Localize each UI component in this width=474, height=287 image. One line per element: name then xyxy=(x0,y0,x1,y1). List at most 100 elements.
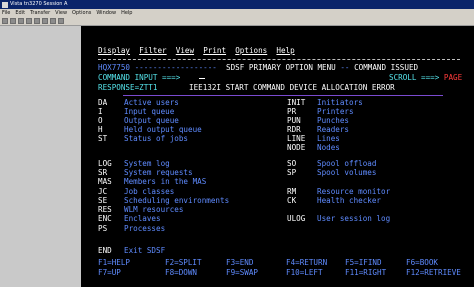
pf-key[interactable]: F6=BOOK xyxy=(406,258,438,267)
toolbar-button-icon[interactable] xyxy=(50,18,56,24)
option-description: User session log xyxy=(317,214,391,223)
scroll-value[interactable]: PAGE xyxy=(444,73,462,82)
option-code[interactable]: ULOG xyxy=(287,214,305,223)
option-description: Punches xyxy=(317,116,350,125)
option-description: Spool offload xyxy=(317,159,377,168)
toolbar-button-icon[interactable] xyxy=(26,18,32,24)
pf-key[interactable]: F12=RETRIEVE xyxy=(406,268,461,277)
option-code[interactable]: NODE xyxy=(287,143,305,152)
panel-title: SDSF PRIMARY OPTION MENU xyxy=(226,63,336,72)
option-code[interactable]: ENC xyxy=(98,214,112,223)
header-message: COMMAND ISSUED xyxy=(354,63,419,72)
option-code[interactable]: CK xyxy=(287,196,296,205)
option-code[interactable]: SE xyxy=(98,196,107,205)
action-print[interactable]: Print xyxy=(203,46,226,55)
option-description: Initiators xyxy=(317,98,363,107)
action-display[interactable]: Display xyxy=(98,46,130,55)
option-code[interactable]: PUN xyxy=(287,116,301,125)
option-description: Output queue xyxy=(124,116,179,125)
option-code[interactable]: ST xyxy=(98,134,107,143)
option-code[interactable]: MAS xyxy=(98,177,112,186)
option-description: Lines xyxy=(317,134,340,143)
panel-id: HQX7750 ------------------ xyxy=(98,63,217,72)
option-description: Enclaves xyxy=(124,214,161,223)
option-code[interactable]: SR xyxy=(98,168,107,177)
menu-transfer[interactable]: Transfer xyxy=(30,9,50,17)
command-underline xyxy=(123,95,443,96)
option-description: Readers xyxy=(317,125,350,134)
pf-key[interactable]: F2=SPLIT xyxy=(165,258,202,267)
option-description: Health checker xyxy=(317,196,382,205)
scroll-label: SCROLL ===> xyxy=(389,73,440,82)
pf-key[interactable]: F1=HELP xyxy=(98,258,130,267)
option-code[interactable]: RM xyxy=(287,187,296,196)
option-description: Status of jobs xyxy=(124,134,189,143)
option-description: System requests xyxy=(124,168,193,177)
option-description: Scheduling environments xyxy=(124,196,230,205)
option-code[interactable]: SO xyxy=(287,159,296,168)
pf-key[interactable]: F10=LEFT xyxy=(286,268,323,277)
menu-options[interactable]: Options xyxy=(72,9,91,17)
pf-key[interactable]: F8=DOWN xyxy=(165,268,197,277)
option-code[interactable]: DA xyxy=(98,98,107,107)
option-description: System log xyxy=(124,159,170,168)
toolbar-button-icon[interactable] xyxy=(34,18,40,24)
scroll-field: SCROLL ===> PAGE xyxy=(389,73,462,82)
menu-help[interactable]: Help xyxy=(121,9,132,17)
toolbar-button-icon[interactable] xyxy=(2,18,8,24)
window-title: Vista tn3270 Session A xyxy=(10,1,68,7)
menu-view[interactable]: View xyxy=(55,9,67,17)
pf-key[interactable]: F11=RIGHT xyxy=(345,268,386,277)
header-separator: -- xyxy=(340,63,350,72)
option-description: Printers xyxy=(317,107,354,116)
toolbar-button-icon[interactable] xyxy=(58,18,64,24)
option-code[interactable]: PS xyxy=(98,224,107,233)
action-filter[interactable]: Filter xyxy=(139,46,166,55)
panel-header: HQX7750 ------------------ SDSF PRIMARY … xyxy=(98,63,418,72)
app-icon xyxy=(2,1,8,8)
pf-key[interactable]: F7=UP xyxy=(98,268,121,277)
pf-key[interactable]: F9=SWAP xyxy=(226,268,258,277)
action-bar-divider xyxy=(98,59,460,60)
option-description: Job classes xyxy=(124,187,175,196)
action-view[interactable]: View xyxy=(176,46,194,55)
option-code[interactable]: JC xyxy=(98,187,107,196)
option-description: Processes xyxy=(124,224,166,233)
toolbar-button-icon[interactable] xyxy=(10,18,16,24)
option-code[interactable]: I xyxy=(98,107,103,116)
option-code[interactable]: SP xyxy=(287,168,296,177)
action-help[interactable]: Help xyxy=(276,46,294,55)
option-description: WLM resources xyxy=(124,205,184,214)
option-code[interactable]: END xyxy=(98,246,112,255)
action-options[interactable]: Options xyxy=(235,46,267,55)
pf-key[interactable]: F4=RETURN xyxy=(286,258,327,267)
command-input[interactable] xyxy=(199,73,205,82)
option-description: Members in the MAS xyxy=(124,177,207,186)
toolbar xyxy=(0,17,474,26)
option-description: Nodes xyxy=(317,143,340,152)
option-code[interactable]: PR xyxy=(287,107,296,116)
option-code[interactable]: O xyxy=(98,116,103,125)
option-description: Exit SDSF xyxy=(124,246,166,255)
option-code[interactable]: LINE xyxy=(287,134,305,143)
toolbar-button-icon[interactable] xyxy=(42,18,48,24)
option-description: Active users xyxy=(124,98,179,107)
option-code[interactable]: H xyxy=(98,125,103,134)
terminal-screen[interactable]: Display Filter View Print Options Help H… xyxy=(81,26,474,287)
window-title-bar: Vista tn3270 Session A xyxy=(0,0,474,9)
option-description: Held output queue xyxy=(124,125,202,134)
option-code[interactable]: RES xyxy=(98,205,112,214)
toolbar-button-icon[interactable] xyxy=(18,18,24,24)
command-label: COMMAND INPUT ===> xyxy=(98,73,181,82)
response-message: IEE132I START COMMAND DEVICE ALLOCATION … xyxy=(189,83,395,92)
option-code[interactable]: RDR xyxy=(287,125,301,134)
cursor xyxy=(199,77,205,79)
menu-file[interactable]: File xyxy=(2,9,10,17)
pf-key[interactable]: F3=END xyxy=(226,258,253,267)
menu-window[interactable]: Window xyxy=(96,9,116,17)
menu-edit[interactable]: Edit xyxy=(15,9,25,17)
option-code[interactable]: INIT xyxy=(287,98,305,107)
action-bar: Display Filter View Print Options Help xyxy=(98,46,295,55)
option-code[interactable]: LOG xyxy=(98,159,112,168)
pf-key[interactable]: F5=IFIND xyxy=(345,258,382,267)
